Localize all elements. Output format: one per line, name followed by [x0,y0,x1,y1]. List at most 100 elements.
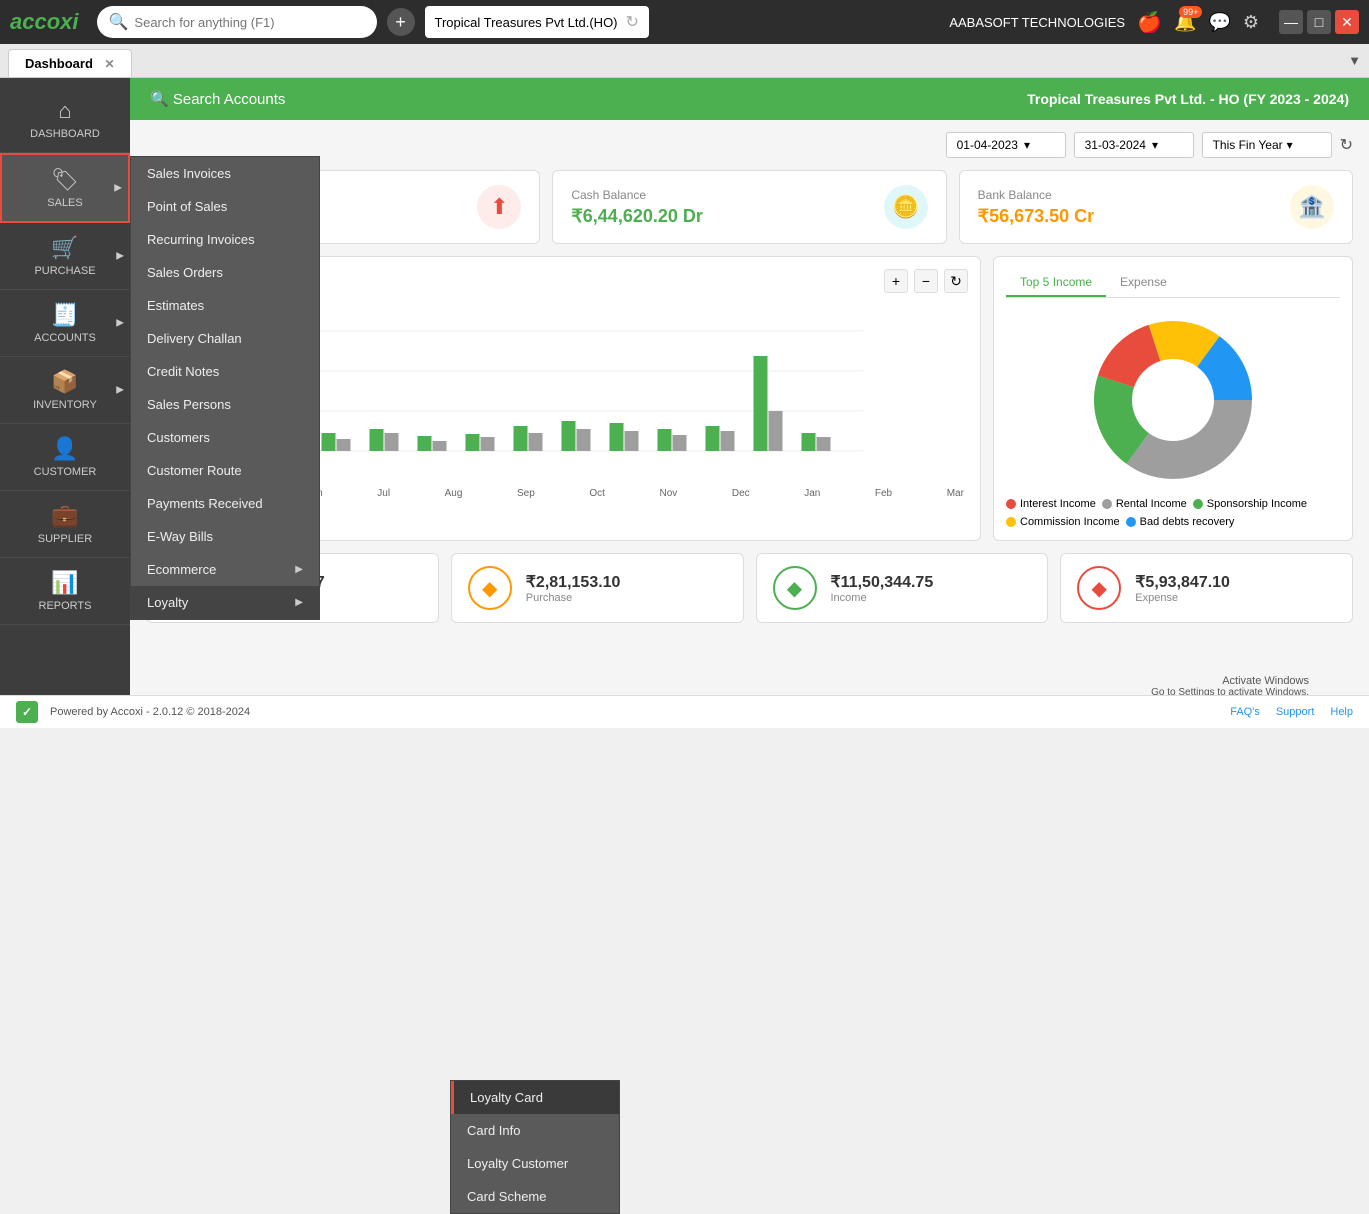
legend-dot-interest [1006,499,1016,509]
sidebar-item-dashboard[interactable]: ⌂ DASHBOARD [0,86,130,153]
menu-item-delivery-challan[interactable]: Delivery Challan [131,322,319,355]
legend-bad-debts: Bad debts recovery [1126,516,1235,528]
menu-item-payments-received[interactable]: Payments Received [131,487,319,520]
close-button[interactable]: ✕ [1335,10,1359,34]
legend-dot-rental [1102,499,1112,509]
menu-item-customer-route[interactable]: Customer Route [131,454,319,487]
topbar-right: AABASOFT TECHNOLOGIES 🍎 🔔 99+ 💬 ⚙ — □ ✕ [949,10,1359,35]
inventory-arrow-icon: ▶ [116,385,124,396]
purchase-bottom-value: ₹2,81,153.10 [526,572,621,592]
income-bottom-label: Income [831,592,934,604]
dashboard-icon: ⌂ [58,98,71,124]
period-chevron: ▾ [1287,138,1293,152]
donut-svg [1073,310,1273,490]
bank-icon: 🏦 [1290,185,1334,229]
footer-powered-by: Powered by Accoxi - 2.0.12 © 2018-2024 [50,706,250,718]
global-search-bar[interactable]: 🔍 [97,6,377,38]
sidebar-label-supplier: SUPPLIER [38,533,92,545]
window-controls: — □ ✕ [1279,10,1359,34]
settings-icon[interactable]: ⚙ [1243,12,1259,33]
reports-icon: 📊 [51,570,78,596]
sidebar-item-customer[interactable]: 👤 CUSTOMER [0,424,130,491]
chat-icon[interactable]: 💬 [1208,12,1230,33]
user-name: AABASOFT TECHNOLOGIES [949,15,1125,30]
stat-info-cash: Cash Balance ₹6,44,620.20 Dr [571,188,703,227]
menu-item-recurring-invoices[interactable]: Recurring Invoices [131,223,319,256]
purchase-bottom-info: ₹2,81,153.10 Purchase [526,572,621,604]
supplier-icon: 💼 [51,503,78,529]
sidebar-label-dashboard: DASHBOARD [30,128,100,140]
chart-zoom-out-button[interactable]: − [914,269,938,293]
expense-bottom-value: ₹5,93,847.10 [1135,572,1230,592]
notification-bell-wrap[interactable]: 🔔 99+ [1174,12,1196,33]
menu-item-sales-persons[interactable]: Sales Persons [131,388,319,421]
donut-tab-income[interactable]: Top 5 Income [1006,269,1106,297]
notification-badge: 99+ [1179,6,1202,18]
bottom-card-purchase: ◆ ₹2,81,153.10 Purchase [451,553,744,623]
cash-value: ₹6,44,620.20 Dr [571,206,703,227]
menu-item-estimates[interactable]: Estimates [131,289,319,322]
tab-arrow-icon[interactable]: ▼ [1348,53,1361,68]
stats-row: Payables ₹1,71,733.50 ⬆ Cash Balance ₹6,… [146,170,1353,244]
company-selector[interactable]: Tropical Treasures Pvt Ltd.(HO) ↻ [425,6,649,38]
period-dropdown[interactable]: This Fin Year ▾ [1202,132,1332,158]
legend-sponsorship-income: Sponsorship Income [1193,498,1307,510]
menu-item-point-of-sales[interactable]: Point of Sales [131,190,319,223]
legend-dot-bad-debts [1126,517,1136,527]
ecommerce-arrow-icon: ▶ [295,564,303,575]
minimize-button[interactable]: — [1279,10,1303,34]
menu-item-loyalty[interactable]: Loyalty▶ [131,586,319,619]
date-from-chevron: ▾ [1024,138,1030,152]
date-to-picker[interactable]: 31-03-2024 ▾ [1074,132,1194,158]
chart-zoom-in-button[interactable]: + [884,269,908,293]
sidebar-item-purchase[interactable]: 🛒 PURCHASE ▶ [0,223,130,290]
search-accounts-button[interactable]: 🔍 Search Accounts [150,90,285,108]
menu-item-sales-orders[interactable]: Sales Orders [131,256,319,289]
date-from-value: 01-04-2023 [957,138,1018,152]
sidebar-item-accounts[interactable]: 🧾 ACCOUNTS ▶ [0,290,130,357]
sidebar-label-inventory: INVENTORY [33,399,97,411]
bank-value: ₹56,673.50 Cr [978,206,1095,227]
refresh-icon[interactable]: ↻ [626,12,639,32]
sidebar-label-accounts: ACCOUNTS [34,332,96,344]
notification-area: 🔔 99+ 💬 ⚙ [1174,12,1259,33]
footer-support[interactable]: Support [1276,706,1315,718]
date-from-picker[interactable]: 01-04-2023 ▾ [946,132,1066,158]
tab-dashboard[interactable]: Dashboard ✕ [8,49,132,77]
chart-section: + − ↻ [146,256,1353,541]
submenu-item-card-scheme[interactable]: Card Scheme [451,1180,619,1213]
donut-tab-expense[interactable]: Expense [1106,269,1181,297]
sidebar-item-reports[interactable]: 📊 REPORTS [0,558,130,625]
income-bottom-icon: ◆ [773,566,817,610]
maximize-button[interactable]: □ [1307,10,1331,34]
add-button[interactable]: + [387,8,415,36]
global-search-input[interactable] [134,15,344,30]
menu-item-credit-notes[interactable]: Credit Notes [131,355,319,388]
accounts-arrow-icon: ▶ [116,318,124,329]
stat-info-bank: Bank Balance ₹56,673.50 Cr [978,188,1095,227]
month-label-aug: Aug [445,488,463,499]
month-label-jan: Jan [804,488,820,499]
submenu-item-card-info[interactable]: Card Info [451,1114,619,1147]
footer: ✓ Powered by Accoxi - 2.0.12 © 2018-2024… [0,695,1369,728]
sidebar-item-supplier[interactable]: 💼 SUPPLIER [0,491,130,558]
donut-legend: Interest Income Rental Income Sponsorshi… [1006,498,1340,528]
footer-faq[interactable]: FAQ's [1230,706,1260,718]
footer-brand: ✓ Powered by Accoxi - 2.0.12 © 2018-2024 [16,701,250,723]
menu-item-ecommerce[interactable]: Ecommerce▶ [131,553,319,586]
menu-item-eway-bills[interactable]: E-Way Bills [131,520,319,553]
income-bottom-value: ₹11,50,344.75 [831,572,934,592]
chart-refresh-button[interactable]: ↻ [944,269,968,293]
tab-close-icon[interactable]: ✕ [105,57,115,71]
menu-item-customers[interactable]: Customers [131,421,319,454]
submenu-item-loyalty-card[interactable]: Loyalty Card [451,1081,619,1114]
month-label-oct: Oct [589,488,605,499]
purchase-arrow-icon: ▶ [116,251,124,262]
filter-refresh-icon[interactable]: ↻ [1340,135,1353,155]
menu-item-sales-invoices[interactable]: Sales Invoices [131,157,319,190]
submenu-item-loyalty-customer[interactable]: Loyalty Customer [451,1147,619,1180]
sidebar-item-sales[interactable]: 🏷 SALES ▶ [0,153,130,223]
footer-help[interactable]: Help [1330,706,1353,718]
sidebar-item-inventory[interactable]: 📦 INVENTORY ▶ [0,357,130,424]
app-logo: accoxi [10,9,79,35]
